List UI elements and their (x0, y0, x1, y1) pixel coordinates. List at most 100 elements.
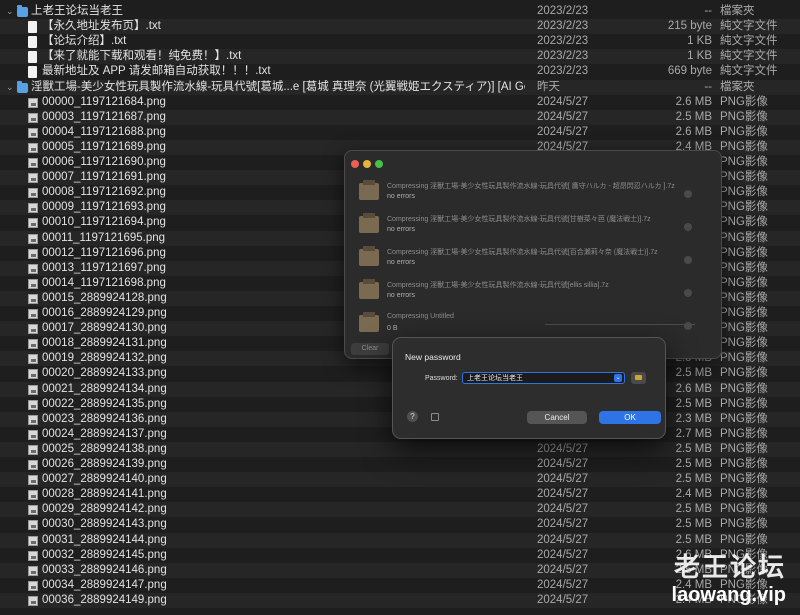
job-title: Compressing 淫獸工場-美少女性玩具製作流水線-玩具代號[甘樹菜々芭 … (387, 216, 651, 223)
file-row[interactable]: 00029_2889924142.png 2024/5/27 2.5 MB PNG影像 (0, 502, 800, 518)
image-file-icon (28, 369, 38, 380)
file-kind: PNG影像 (720, 412, 768, 425)
reveal-in-finder-icon[interactable] (684, 322, 692, 330)
disclosure-triangle-icon[interactable]: ⌄ (6, 80, 16, 95)
file-name: 00030_2889924143.png (42, 518, 167, 531)
file-name: 【永久地址发布页】.txt (42, 20, 161, 33)
close-window-button[interactable] (351, 160, 359, 168)
folder-icon (17, 80, 28, 93)
image-file-icon (28, 399, 38, 410)
file-kind: 純文字文件 (720, 20, 778, 33)
file-row[interactable]: 【永久地址发布页】.txt 2023/2/23 215 byte 純文字文件 (0, 19, 800, 35)
file-kind: PNG影像 (720, 488, 768, 501)
window-controls (351, 155, 387, 173)
reveal-in-finder-icon[interactable] (684, 223, 692, 231)
cancel-button[interactable]: Cancel (527, 411, 587, 424)
file-kind: 檔案夾 (720, 5, 755, 17)
file-name: 00033_2889924146.png (42, 563, 167, 576)
file-row[interactable]: 【论坛介绍】.txt 2023/2/23 1 KB 純文字文件 (0, 34, 800, 49)
new-password-dialog: New password Password: 上老王论坛当老王 ⌄ ? Canc… (392, 337, 666, 439)
image-file-icon (28, 490, 38, 501)
file-row[interactable]: 【来了就能下载和观看！纯免费！】.txt 2023/2/23 1 KB 純文字文件 (0, 49, 800, 65)
compression-job: Compressing 淫獸工場-美少女性玩具製作流水線-玩具代號[甘樹菜々芭 … (359, 212, 704, 242)
watermark-url: laowang.vip (671, 584, 786, 606)
help-button[interactable]: ? (407, 411, 418, 422)
password-field[interactable]: 上老王论坛当老王 ⌄ (462, 372, 625, 384)
archive-icon (359, 246, 379, 266)
file-kind: PNG影像 (720, 171, 768, 184)
file-kind: PNG影像 (720, 367, 768, 380)
minimize-window-button[interactable] (363, 160, 371, 168)
file-name: 00028_2889924141.png (42, 488, 167, 501)
reveal-in-finder-icon[interactable] (684, 190, 692, 198)
ok-button[interactable]: OK (599, 411, 661, 424)
image-file-icon (28, 112, 38, 123)
archive-icon (359, 180, 379, 200)
date-modified: 2023/2/23 (537, 50, 589, 63)
reveal-in-finder-icon[interactable] (684, 289, 692, 297)
file-name: 00034_2889924147.png (42, 578, 167, 591)
watermark: 老王论坛 laowang.vip (672, 547, 786, 607)
folder-row[interactable]: ⌄ 淫獸工場-美少女性玩具製作流水線-玩具代號[葛城...e [葛城 真理奈 (光… (0, 79, 800, 95)
image-file-icon (28, 444, 38, 455)
file-kind: PNG影像 (720, 140, 768, 153)
file-kind: PNG影像 (720, 307, 768, 319)
image-file-icon (28, 565, 38, 576)
file-size: 2.5 MB (675, 503, 712, 516)
image-file-icon (28, 203, 38, 214)
job-status: no errors (387, 259, 416, 266)
reveal-in-finder-icon[interactable] (684, 256, 692, 264)
progress-bar (545, 324, 695, 325)
file-name: 00000_1197121684.png (42, 95, 166, 108)
zoom-window-button[interactable] (375, 160, 383, 168)
file-row[interactable]: 00027_2889924140.png 2024/5/27 2.5 MB PNG影像 (0, 472, 800, 488)
clear-button[interactable]: Clear (351, 343, 389, 355)
file-kind: PNG影像 (720, 186, 768, 199)
file-name: 00029_2889924142.png (42, 503, 167, 516)
file-row[interactable]: 00030_2889924143.png 2024/5/27 2.5 MB PNG影像 (0, 517, 800, 532)
text-file-icon (28, 66, 37, 79)
file-kind: PNG影像 (720, 503, 768, 516)
file-kind: PNG影像 (720, 518, 768, 531)
file-kind: PNG影像 (720, 95, 768, 108)
password-value: 上老王论坛当老王 (467, 375, 523, 382)
file-row[interactable]: 最新地址及 APP 请发邮箱自动获取！！！.txt 2023/2/23 669 by… (0, 64, 800, 79)
file-name: 00004_1197121688.png (42, 125, 166, 138)
folder-row[interactable]: ⌄ 上老王论坛当老王 2023/2/23 -- 檔案夾 (0, 4, 800, 19)
file-size: -- (704, 5, 712, 17)
image-file-icon (28, 460, 38, 470)
file-name: 淫獸工場-美少女性玩具製作流水線-玩具代號[葛城...e [葛城 真理奈 (光翼… (31, 80, 525, 93)
file-kind: PNG影像 (720, 427, 768, 440)
file-kind: PNG影像 (720, 201, 768, 214)
file-row[interactable]: 00031_2889924144.png 2024/5/27 2.5 MB PNG影像 (0, 532, 800, 548)
archive-icon (359, 213, 379, 233)
image-file-icon (28, 263, 38, 274)
image-file-icon (28, 324, 38, 335)
image-file-icon (28, 218, 38, 229)
file-size: 2.5 MB (675, 458, 712, 470)
file-size: 669 byte (667, 65, 712, 78)
image-file-icon (28, 293, 38, 304)
file-row[interactable]: 00004_1197121688.png 2024/5/27 2.6 MB PNG影像 (0, 125, 800, 140)
image-file-icon (28, 173, 38, 184)
image-file-icon (28, 339, 38, 350)
file-row[interactable]: 00025_2889924138.png 2024/5/27 2.5 MB PNG影像 (0, 441, 800, 457)
key-icon[interactable] (631, 372, 646, 384)
disclosure-triangle-icon[interactable]: ⌄ (6, 4, 16, 19)
lock-icon[interactable] (431, 413, 439, 421)
file-kind: 純文字文件 (720, 50, 778, 63)
file-row[interactable]: 00003_1197121687.png 2024/5/27 2.5 MB PNG影像 (0, 109, 800, 125)
file-name: 00003_1197121687.png (42, 110, 166, 123)
file-size: -- (704, 80, 712, 93)
file-row[interactable]: 00000_1197121684.png 2024/5/27 2.6 MB PNG影像 (0, 95, 800, 110)
compression-job: Compressing 淫獸工場-美少女性玩具製作流水線-玩具代號[ellis … (359, 278, 704, 308)
file-size: 2.5 MB (675, 533, 712, 546)
chevron-down-icon[interactable]: ⌄ (614, 374, 622, 382)
image-file-icon (28, 248, 38, 259)
date-modified: 2024/5/27 (537, 442, 589, 455)
job-title: Compressing Untitled (387, 313, 454, 320)
dialog-title: New password (405, 352, 461, 362)
file-row[interactable]: 00026_2889924139.png 2024/5/27 2.5 MB PNG影像 (0, 457, 800, 472)
date-modified: 2024/5/27 (537, 533, 589, 546)
file-row[interactable]: 00028_2889924141.png 2024/5/27 2.4 MB PNG影像 (0, 487, 800, 502)
